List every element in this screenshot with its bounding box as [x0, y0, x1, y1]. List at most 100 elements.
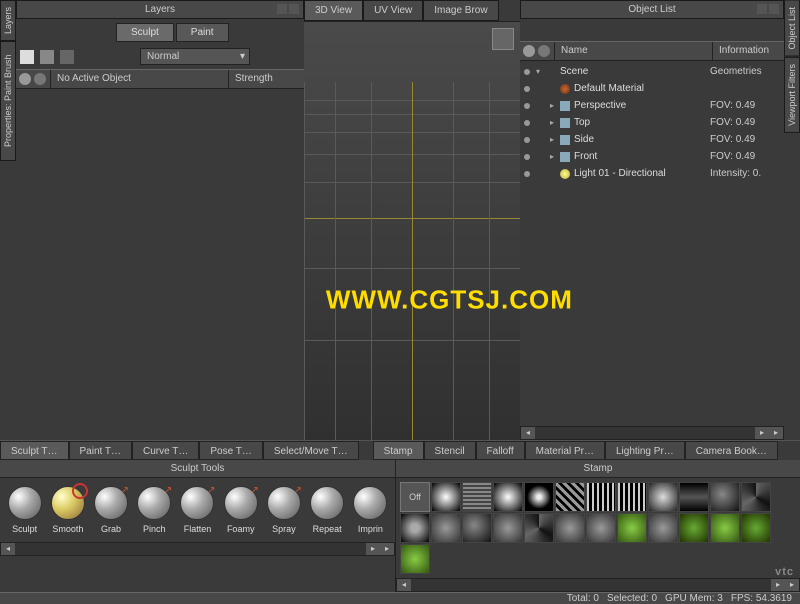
duplicate-layer-icon[interactable]	[40, 50, 54, 64]
stamp-thumbnail[interactable]	[400, 513, 430, 543]
stamp-thumbnail[interactable]	[586, 513, 616, 543]
viewport-3d[interactable]	[304, 22, 520, 440]
stamp-scrollbar[interactable]: ◂ ▸ ▸	[396, 578, 800, 592]
stamp-thumbnail[interactable]	[586, 482, 616, 512]
paint-mode-tab[interactable]: Paint	[176, 23, 229, 42]
panel-menu-icon[interactable]	[277, 4, 287, 14]
expand-icon[interactable]: ▸	[550, 152, 560, 161]
scroll-end-icon[interactable]: ▸	[769, 427, 783, 439]
tree-row[interactable]: Light 01 - DirectionalIntensity: 0.	[520, 165, 784, 182]
scroll-end-icon[interactable]: ▸	[785, 579, 799, 591]
scroll-left-icon[interactable]: ◂	[397, 579, 411, 591]
panel-menu-icon[interactable]	[757, 4, 767, 14]
sculpt-tool-grab[interactable]: ↗Grab	[90, 486, 131, 534]
delete-layer-icon[interactable]	[60, 50, 74, 64]
sculpt-tool-imprin[interactable]: Imprin	[350, 486, 391, 534]
tool-tab[interactable]: Camera Book…	[685, 441, 778, 460]
stamp-thumbnail[interactable]	[462, 482, 492, 512]
tool-tab[interactable]: Material Pr…	[525, 441, 605, 460]
stamp-thumbnail[interactable]	[710, 482, 740, 512]
stamp-thumbnail[interactable]	[493, 513, 523, 543]
tool-tab[interactable]: Lighting Pr…	[605, 441, 685, 460]
stamp-thumbnail[interactable]	[493, 482, 523, 512]
new-layer-icon[interactable]	[20, 50, 34, 64]
stamp-thumbnail[interactable]	[741, 482, 771, 512]
visibility-dot-icon[interactable]	[524, 137, 530, 143]
layer-strength-header: Strength	[228, 70, 304, 88]
panel-close-icon[interactable]	[289, 4, 299, 14]
stamp-thumbnail[interactable]	[710, 513, 740, 543]
scroll-right-icon[interactable]: ▸	[771, 579, 785, 591]
scroll-track[interactable]	[15, 543, 366, 555]
expand-icon[interactable]: ▾	[536, 67, 546, 76]
sculpt-mode-tab[interactable]: Sculpt	[116, 23, 174, 42]
scroll-end-icon[interactable]: ▸	[380, 543, 394, 555]
tab-viewport-filters-vertical[interactable]: Viewport Filters	[784, 57, 800, 133]
blend-mode-dropdown[interactable]: Normal	[140, 48, 250, 65]
tool-tab[interactable]: Stencil	[424, 441, 476, 460]
tree-row[interactable]: Default Material	[520, 80, 784, 97]
stamp-off-button[interactable]: Off	[400, 482, 430, 512]
tab-image-browser[interactable]: Image Brow	[423, 0, 498, 21]
tree-row[interactable]: ▸SideFOV: 0.49	[520, 131, 784, 148]
stamp-thumbnail[interactable]	[555, 482, 585, 512]
visibility-dot-icon[interactable]	[524, 120, 530, 126]
sculpt-tool-smooth[interactable]: Smooth	[47, 486, 88, 534]
tree-row[interactable]: ▸TopFOV: 0.49	[520, 114, 784, 131]
scroll-right-icon[interactable]: ▸	[755, 427, 769, 439]
view-cube-icon[interactable]	[492, 28, 514, 50]
stamp-thumbnail[interactable]	[400, 544, 430, 574]
stamp-thumbnail[interactable]	[617, 513, 647, 543]
tool-tab[interactable]: Falloff	[476, 441, 525, 460]
sculpt-tool-flatten[interactable]: ↗Flatten	[177, 486, 218, 534]
stamp-thumbnail[interactable]	[679, 513, 709, 543]
status-total: Total: 0	[567, 593, 599, 604]
tree-row[interactable]: ▸FrontFOV: 0.49	[520, 148, 784, 165]
scroll-right-icon[interactable]: ▸	[366, 543, 380, 555]
visibility-dot-icon[interactable]	[524, 69, 530, 75]
tab-uv-view[interactable]: UV View	[363, 0, 423, 21]
stamp-thumbnail[interactable]	[431, 482, 461, 512]
tool-tab[interactable]: Pose T…	[199, 441, 263, 460]
stamp-thumbnail[interactable]	[617, 482, 647, 512]
stamp-thumbnail[interactable]	[741, 513, 771, 543]
tab-3d-view[interactable]: 3D View	[304, 0, 363, 21]
tree-row[interactable]: ▸PerspectiveFOV: 0.49	[520, 97, 784, 114]
stamp-thumbnail[interactable]	[679, 482, 709, 512]
scroll-left-icon[interactable]: ◂	[1, 543, 15, 555]
tool-tab[interactable]: Curve T…	[132, 441, 199, 460]
tab-properties-vertical[interactable]: Properties: Paint Brush	[0, 41, 16, 161]
scroll-track[interactable]	[411, 579, 771, 591]
tool-tab[interactable]: Paint T…	[69, 441, 133, 460]
object-list-scrollbar[interactable]: ◂ ▸ ▸	[520, 426, 784, 440]
tool-tab[interactable]: Stamp	[373, 441, 424, 460]
sculpt-scrollbar[interactable]: ◂ ▸ ▸	[0, 542, 395, 556]
sculpt-tool-pinch[interactable]: ↗Pinch	[134, 486, 175, 534]
stamp-thumbnail[interactable]	[648, 513, 678, 543]
tool-tab[interactable]: Sculpt T…	[0, 441, 69, 460]
stamp-thumbnail[interactable]	[462, 513, 492, 543]
visibility-dot-icon[interactable]	[524, 171, 530, 177]
tab-object-list-vertical[interactable]: Object List	[784, 0, 800, 57]
stamp-thumbnail[interactable]	[555, 513, 585, 543]
sculpt-tool-foamy[interactable]: ↗Foamy	[220, 486, 261, 534]
visibility-dot-icon[interactable]	[524, 86, 530, 92]
panel-close-icon[interactable]	[769, 4, 779, 14]
sculpt-tool-repeat[interactable]: Repeat	[307, 486, 348, 534]
visibility-dot-icon[interactable]	[524, 154, 530, 160]
tab-layers-vertical[interactable]: Layers	[0, 0, 16, 41]
stamp-thumbnail[interactable]	[431, 513, 461, 543]
stamp-thumbnail[interactable]	[524, 482, 554, 512]
expand-icon[interactable]: ▸	[550, 135, 560, 144]
sculpt-tool-sculpt[interactable]: Sculpt	[4, 486, 45, 534]
stamp-thumbnail[interactable]	[648, 482, 678, 512]
tree-row[interactable]: ▾SceneGeometries	[520, 63, 784, 80]
scroll-left-icon[interactable]: ◂	[521, 427, 535, 439]
stamp-thumbnail[interactable]	[524, 513, 554, 543]
sculpt-tool-spray[interactable]: ↗Spray	[263, 486, 304, 534]
scroll-track[interactable]	[535, 427, 755, 439]
visibility-dot-icon[interactable]	[524, 103, 530, 109]
expand-icon[interactable]: ▸	[550, 118, 560, 127]
tool-tab[interactable]: Select/Move T…	[263, 441, 359, 460]
expand-icon[interactable]: ▸	[550, 101, 560, 110]
